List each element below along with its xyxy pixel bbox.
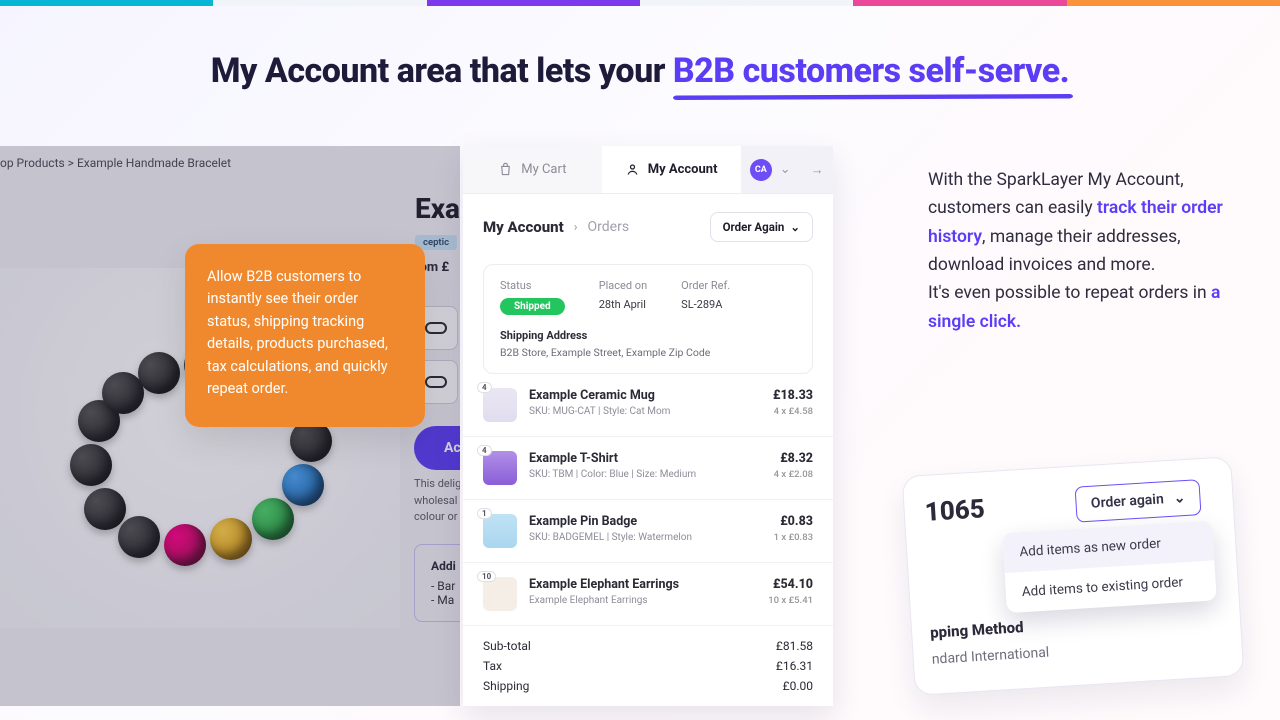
callout-tooltip: Allow B2B customers to instantly see the… <box>185 244 425 427</box>
shipping-method-label: pping Method <box>930 618 1024 642</box>
order-line-item: 4 Example Ceramic MugSKU: MUG-CAT | Styl… <box>463 374 833 437</box>
order-again-button[interactable]: Order Again⌄ <box>710 212 813 242</box>
item-thumbnail: 4 <box>483 451 517 485</box>
page-title: My Account area that lets your B2B custo… <box>0 51 1280 91</box>
bag-icon <box>498 162 513 177</box>
status-badge: Shipped <box>500 298 565 315</box>
product-info-card: Addi - Bar - Ma <box>414 544 460 622</box>
shipping-method-value: ndard International <box>931 645 1049 668</box>
avatar[interactable]: CA <box>750 159 772 181</box>
my-account-panel: My Cart My Account CA ⌄ → My Account › O… <box>463 146 833 706</box>
order-again-menu: Add items as new order Add items to exis… <box>1002 520 1216 613</box>
chevron-down-icon: ⌄ <box>780 162 791 177</box>
order-summary-card: StatusShipped Placed on28th April Order … <box>483 264 813 374</box>
add-to-cart-button[interactable]: Ac <box>414 426 460 470</box>
top-brand-stripe <box>0 0 1280 6</box>
order-again-button[interactable]: Order again⌄ <box>1075 479 1202 523</box>
chevron-down-icon: ⌄ <box>1173 490 1186 507</box>
user-icon <box>625 162 640 177</box>
item-thumbnail: 1 <box>483 514 517 548</box>
order-line-item: 1 Example Pin BadgeSKU: BADGEMEL | Style… <box>463 500 833 563</box>
chevron-down-icon: ⌄ <box>790 220 800 234</box>
item-thumbnail: 10 <box>483 577 517 611</box>
order-totals: Sub-total£81.58 Tax£16.31 Shipping£0.00 <box>463 626 833 696</box>
item-thumbnail: 4 <box>483 388 517 422</box>
account-nav-controls[interactable]: CA ⌄ → <box>741 146 834 193</box>
order-line-item: 4 Example T-ShirtSKU: TBM | Color: Blue … <box>463 437 833 500</box>
arrow-right-icon[interactable]: → <box>811 162 824 178</box>
marketing-copy: With the SparkLayer My Account, customer… <box>928 166 1238 336</box>
tab-my-account[interactable]: My Account <box>602 146 741 193</box>
order-line-item: 10 Example Elephant EarringsExample Elep… <box>463 563 833 626</box>
breadcrumb: My Account › Orders Order Again⌄ <box>463 194 833 260</box>
tab-my-cart[interactable]: My Cart <box>463 146 602 193</box>
order-again-dropdown-preview: 1065 Order again⌄ Add items as new order… <box>902 456 1245 696</box>
chevron-right-icon: › <box>574 220 578 235</box>
